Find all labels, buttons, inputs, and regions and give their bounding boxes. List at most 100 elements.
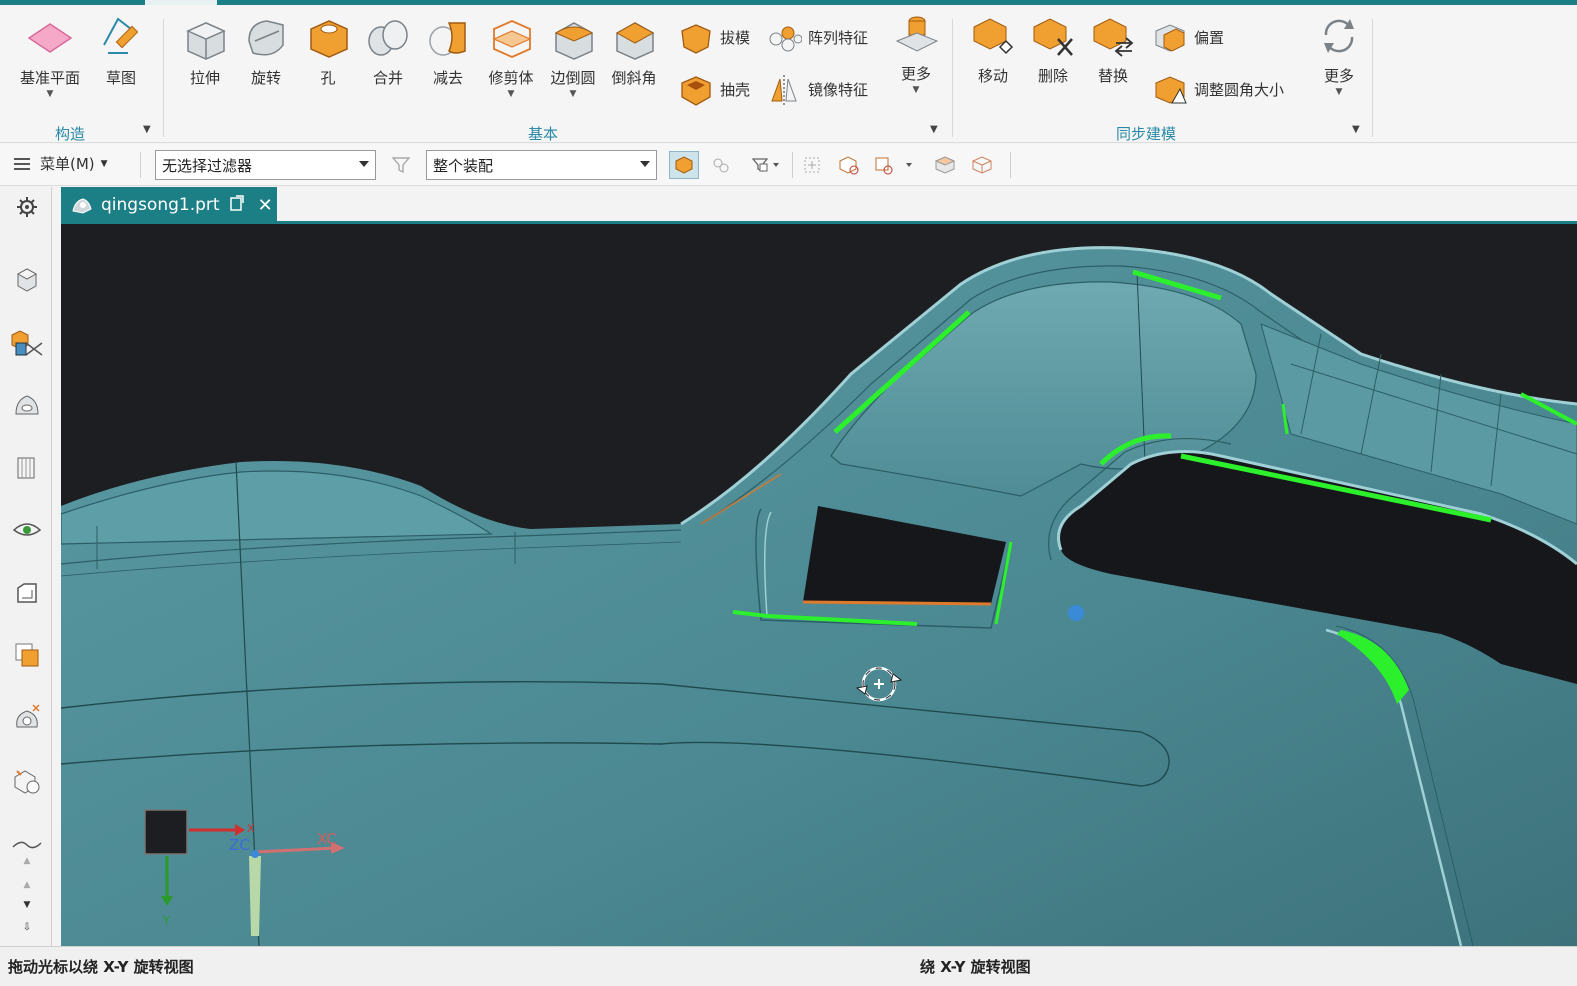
close-tab-icon[interactable]: ✕ <box>258 195 273 216</box>
resize-blend-icon <box>1150 69 1190 109</box>
extrude-button[interactable]: 拉伸 <box>182 15 228 88</box>
visualization-button[interactable] <box>9 511 45 547</box>
chevron-down-icon: ▼ <box>100 158 108 169</box>
scroll-down-icon[interactable]: ▼ <box>9 895 45 915</box>
status-bar: 拖动光标以绕 X-Y 旋转视图 绕 X-Y 旋转视图 <box>0 946 1577 986</box>
chevron-down-icon[interactable]: ▼ <box>570 90 577 99</box>
model-render[interactable]: ZC XC X Y <box>61 224 1577 946</box>
basic-more-button[interactable]: 更多 ▼ <box>893 11 939 95</box>
hole-button[interactable]: 孔 <box>305 15 351 88</box>
group-expand-icon[interactable]: ▼ <box>143 124 151 135</box>
delete-face-button[interactable]: 删除 <box>1030 13 1076 86</box>
unite-icon <box>365 15 411 61</box>
chevron-down-icon[interactable]: ▼ <box>47 90 54 99</box>
toolbar-divider <box>792 152 793 178</box>
collapse-bar-icon[interactable]: ⇩ <box>9 917 45 937</box>
selection-filter-dropdown[interactable]: 无选择过滤器 <box>155 150 376 180</box>
system-materials-button[interactable] <box>9 763 45 799</box>
unite-button[interactable]: 合并 <box>365 15 411 88</box>
delete-face-icon <box>1030 13 1076 59</box>
datum-plane-button[interactable]: 基准平面 ▼ <box>20 15 80 99</box>
assembly-navigator-icon <box>11 330 43 356</box>
drafting-button[interactable] <box>9 575 45 611</box>
settings-button[interactable] <box>9 189 45 225</box>
chamfer-button[interactable]: 倒斜角 <box>611 15 657 88</box>
select-features-button[interactable] <box>669 151 699 179</box>
move-face-button[interactable]: 移动 <box>970 13 1016 86</box>
view-box-button[interactable] <box>930 151 960 179</box>
cube-select-icon <box>675 156 693 174</box>
scroll-up-small-icon[interactable]: ▲ <box>9 875 45 895</box>
graphics-viewport[interactable]: ZC XC X Y <box>61 224 1577 946</box>
resize-blend-label: 调整圆角大小 <box>1194 80 1285 99</box>
menu-label: 菜单(M) <box>40 155 95 173</box>
face-select-icon <box>875 157 912 175</box>
sketch-label: 草图 <box>105 69 136 87</box>
history-button[interactable] <box>9 699 45 735</box>
chamfer-label: 倒斜角 <box>611 69 657 87</box>
gear-icon <box>17 197 37 217</box>
edge-blend-button[interactable]: 边倒圆 ▼ <box>550 15 596 99</box>
ribbon: 基准平面 ▼ 草图 构造 ▼ 拉伸 旋转 孔 合并 减去 修剪体 ▼ 边倒圆 ▼… <box>0 5 1577 143</box>
replace-face-label: 替换 <box>1097 67 1128 85</box>
sync-more-button[interactable]: 更多 ▼ <box>1316 13 1362 97</box>
hamburger-icon <box>14 157 30 170</box>
menu-button[interactable]: 菜单(M) ▼ <box>14 153 108 174</box>
sketch-icon <box>98 15 144 61</box>
funnel-icon <box>391 157 411 174</box>
snap-point-button[interactable] <box>797 151 827 179</box>
roles-button[interactable] <box>9 637 45 673</box>
group-label-basic: 基本 <box>528 125 559 143</box>
extrude-icon <box>182 15 228 61</box>
group-expand-icon[interactable]: ▼ <box>930 124 938 135</box>
offset-region-button[interactable]: 偏置 <box>1150 17 1224 57</box>
subtract-icon <box>425 15 471 61</box>
part-navigator-button[interactable] <box>9 261 45 297</box>
basic-more-label: 更多 <box>900 65 931 83</box>
offset-region-icon <box>1150 17 1190 57</box>
library-icon <box>17 457 35 479</box>
revolve-button[interactable]: 旋转 <box>243 15 289 88</box>
view-wireframe-button[interactable] <box>967 151 997 179</box>
scroll-up-icon[interactable]: ▲ <box>9 851 45 871</box>
sketch-button[interactable]: 草图 <box>98 15 144 88</box>
document-tab[interactable]: qingsong1.prt ✕ <box>61 187 277 223</box>
selection-scope-dropdown[interactable]: 整个装配 <box>426 150 657 180</box>
reset-filter-button[interactable] <box>386 151 416 179</box>
assembly-navigator-button[interactable] <box>9 325 45 361</box>
draft-button[interactable]: 拔模 <box>676 17 750 57</box>
box-icon <box>934 156 956 174</box>
group-divider <box>1372 19 1373 137</box>
replace-face-button[interactable]: 替换 <box>1090 13 1136 86</box>
select-body-button[interactable] <box>834 151 864 179</box>
popout-icon[interactable] <box>229 194 244 216</box>
pattern-feature-button[interactable]: 阵列特征 <box>764 17 868 57</box>
type-filter-icon <box>751 158 779 173</box>
layers-icon <box>15 643 39 667</box>
x-axis-label: X <box>247 822 255 835</box>
reuse-library-button[interactable] <box>9 449 45 485</box>
history-icon <box>16 704 40 728</box>
xc-axis-label: XC <box>317 830 337 848</box>
draft-icon <box>676 17 716 57</box>
status-message: 绕 X-Y 旋转视图 <box>920 958 1031 976</box>
resize-blend-button[interactable]: 调整圆角大小 <box>1150 69 1284 109</box>
type-filter-button[interactable] <box>744 151 788 179</box>
group-expand-icon[interactable]: ▼ <box>1352 124 1360 135</box>
subtract-button[interactable]: 减去 <box>425 15 471 88</box>
chevron-down-icon[interactable]: ▼ <box>913 86 920 95</box>
select-face-button[interactable] <box>870 151 918 179</box>
mirror-feature-label: 镜像特征 <box>808 80 869 99</box>
status-prompt: 拖动光标以绕 X-Y 旋转视图 <box>8 958 194 976</box>
mirror-feature-button[interactable]: 镜像特征 <box>764 69 868 109</box>
move-face-icon <box>970 13 1016 59</box>
shell-button[interactable]: 抽壳 <box>676 69 750 109</box>
select-components-button[interactable] <box>706 151 736 179</box>
chevron-down-icon[interactable]: ▼ <box>508 90 515 99</box>
hole-label: 孔 <box>320 69 336 87</box>
group-label-sync-modeling: 同步建模 <box>1116 125 1177 143</box>
delete-face-label: 删除 <box>1037 67 1068 85</box>
constraint-navigator-button[interactable] <box>9 387 45 423</box>
trim-body-button[interactable]: 修剪体 ▼ <box>488 15 534 99</box>
chevron-down-icon[interactable]: ▼ <box>1336 88 1343 97</box>
